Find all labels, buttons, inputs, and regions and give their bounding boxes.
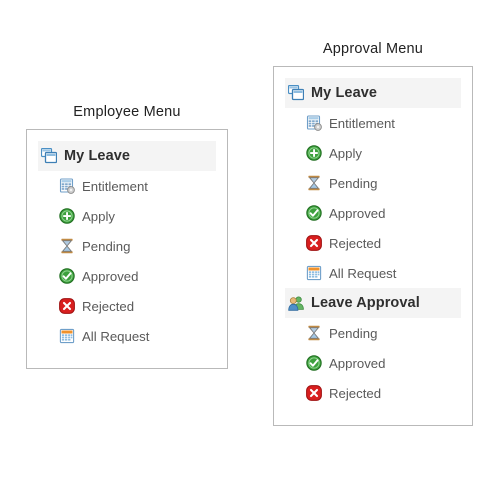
menu-item-pending[interactable]: Pending [38,231,216,261]
menu-item-label: Pending [329,175,378,191]
menu-item-all-request[interactable]: All Request [38,321,216,351]
menu-item-label: Apply [329,145,362,161]
menu-item-rejected[interactable]: Rejected [285,378,461,408]
section-header-label: My Leave [311,85,378,101]
menu-item-pending[interactable]: Pending [285,168,461,198]
employee-menu-panel: My Leave Entitlement Apply Pending Approved R… [26,129,228,369]
menu-item-label: Apply [82,208,115,224]
section-header-my-leave[interactable]: My Leave [38,141,216,171]
menu-item-rejected[interactable]: Rejected [285,228,461,258]
menu-item-all-request[interactable]: All Request [285,258,461,288]
menu-item-approved[interactable]: Approved [285,198,461,228]
section-header-my-leave[interactable]: My Leave [285,78,461,108]
employee-menu-title: Employee Menu [73,104,181,120]
calendar-icon [306,265,322,281]
menu-item-entitlement[interactable]: Entitlement [285,108,461,138]
red-x-circle-icon [59,298,75,314]
green-plus-circle-icon [59,208,75,224]
menu-item-label: All Request [329,265,397,281]
hourglass-icon [306,175,322,191]
approval-menu-title: Approval Menu [322,41,424,57]
employee-menu-panel-wrapper: Employee Menu My Leave Entitlement Apply Pe… [26,104,228,369]
menu-item-rejected[interactable]: Rejected [38,291,216,321]
menu-item-label: Pending [329,325,378,341]
section-header-label: Leave Approval [311,295,420,311]
spreadsheet-gear-icon [306,115,322,131]
section-header-leave-approval[interactable]: Leave Approval [285,288,461,318]
green-check-circle-icon [59,268,75,284]
menu-item-approved[interactable]: Approved [285,348,461,378]
menu-item-label: Pending [82,238,131,254]
approval-menu-panel: My Leave Entitlement Apply Pending Approved R… [273,66,473,426]
stacked-windows-icon [288,85,304,101]
menu-item-apply[interactable]: Apply [285,138,461,168]
section-header-label: My Leave [64,148,131,164]
green-plus-circle-icon [306,145,322,161]
menu-item-label: Entitlement [329,115,395,131]
hourglass-icon [306,325,322,341]
two-people-icon [288,295,304,311]
menu-item-label: Rejected [329,385,382,401]
approval-menu-panel-wrapper: Approval Menu My Leave Entitlement Apply Pe… [273,41,473,426]
spreadsheet-gear-icon [59,178,75,194]
red-x-circle-icon [306,235,322,251]
menu-item-label: Rejected [329,235,382,251]
menu-item-entitlement[interactable]: Entitlement [38,171,216,201]
menu-item-pending[interactable]: Pending [285,318,461,348]
calendar-icon [59,328,75,344]
green-check-circle-icon [306,205,322,221]
menu-item-apply[interactable]: Apply [38,201,216,231]
menu-item-label: Approved [329,205,386,221]
stacked-windows-icon [41,148,57,164]
menu-item-label: Approved [329,355,386,371]
red-x-circle-icon [306,385,322,401]
hourglass-icon [59,238,75,254]
menu-item-approved[interactable]: Approved [38,261,216,291]
menu-item-label: Entitlement [82,178,148,194]
menu-item-label: Rejected [82,298,135,314]
menu-item-label: All Request [82,328,150,344]
menu-item-label: Approved [82,268,139,284]
green-check-circle-icon [306,355,322,371]
